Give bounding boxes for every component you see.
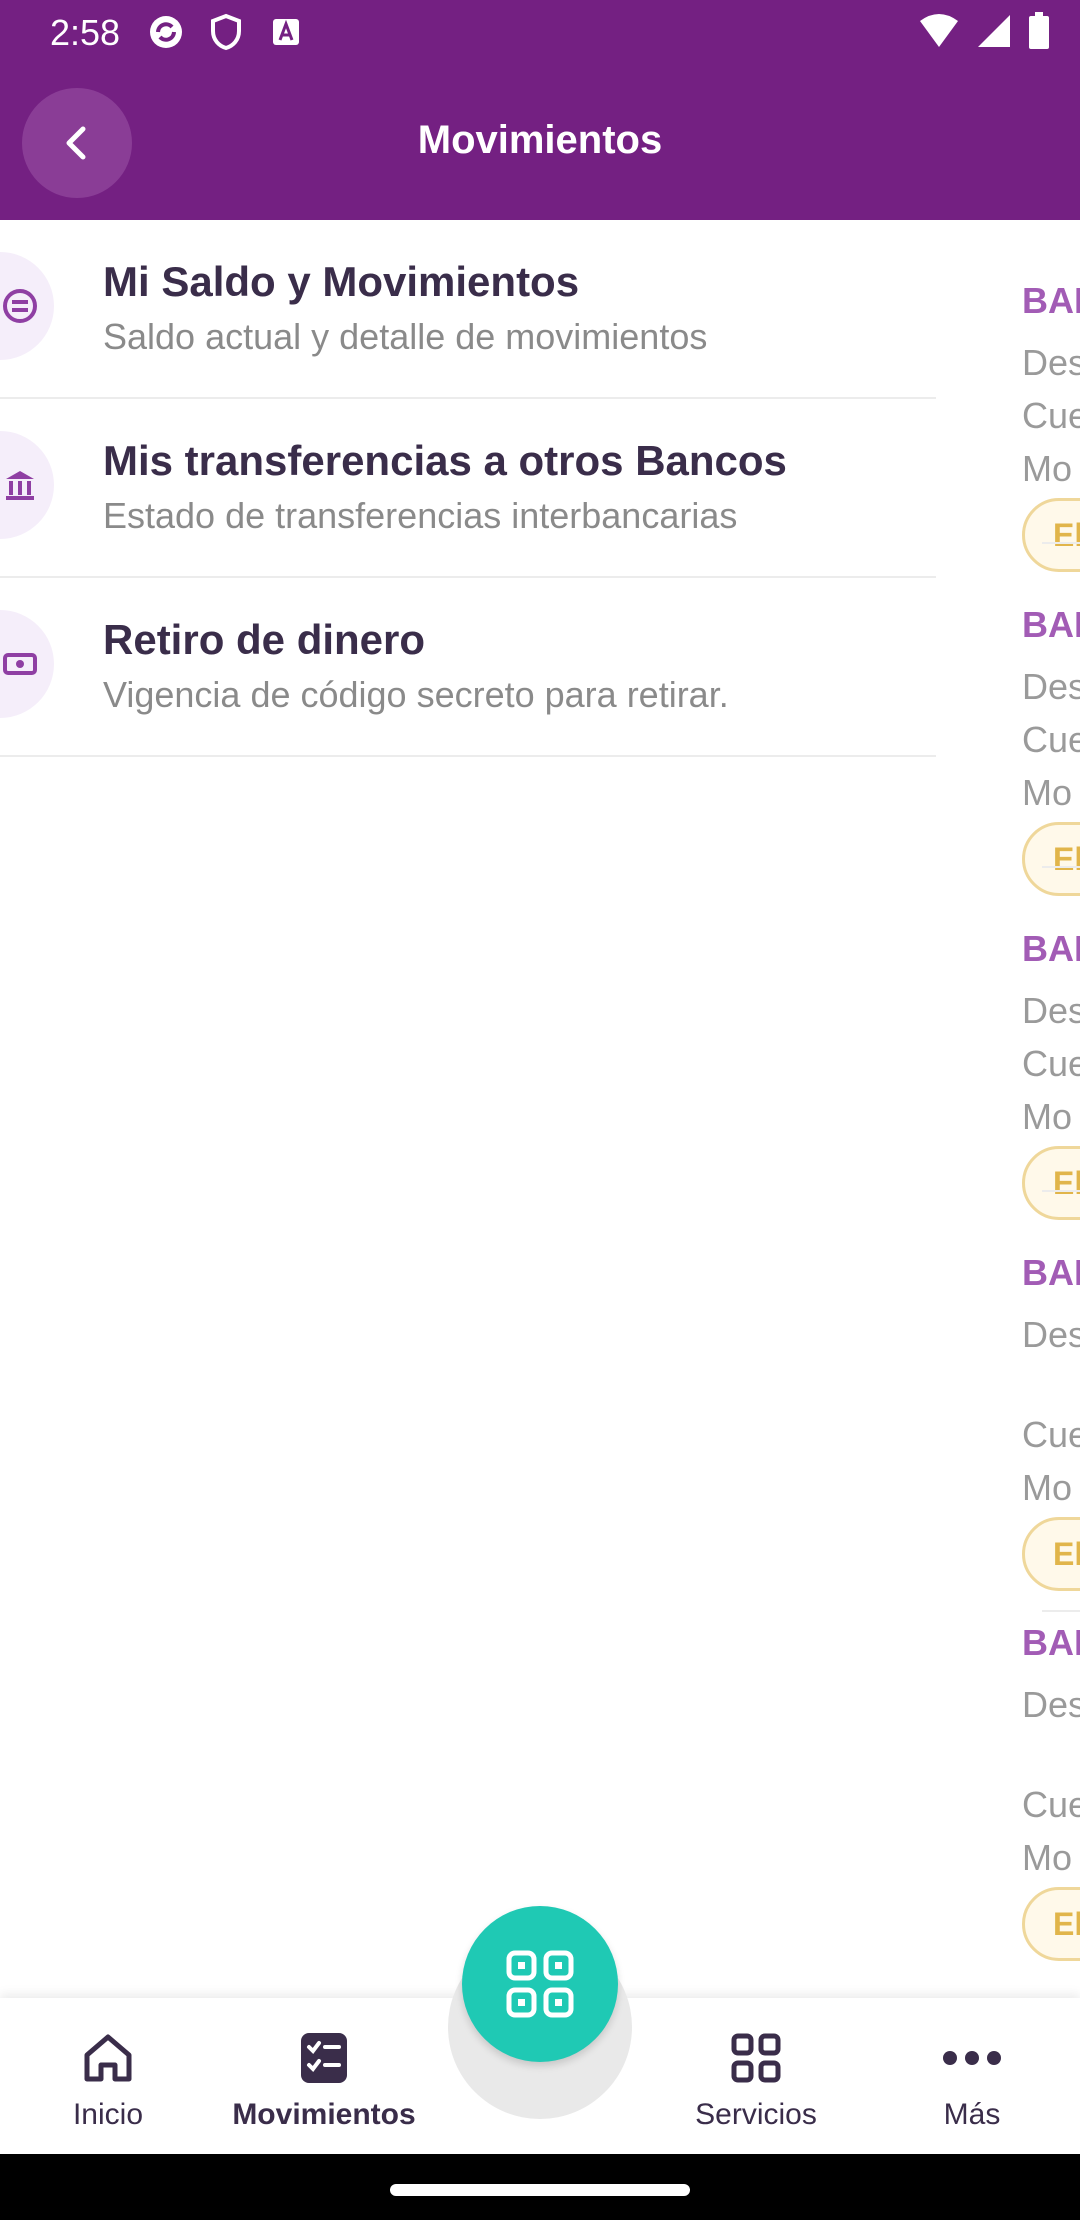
- wifi-icon: [918, 13, 960, 54]
- peek-card[interactable]: BAI Des Cue Mo El: [1022, 928, 1080, 1220]
- menu-item-transferencias[interactable]: Mis transferencias a otros Bancos Estado…: [0, 399, 936, 578]
- more-icon: [872, 2028, 1072, 2088]
- peek-card-head: BAI: [1022, 604, 1080, 645]
- signal-icon: [976, 13, 1012, 54]
- nav-mas[interactable]: Más: [872, 2028, 1072, 2132]
- menu-item-title: Mi Saldo y Movimientos: [103, 258, 580, 305]
- menu-list: Mi Saldo y Movimientos Saldo actual y de…: [0, 220, 936, 757]
- peek-card-line: Cue: [1022, 719, 1080, 760]
- home-icon: [8, 2028, 208, 2088]
- app-bar: Movimientos: [0, 66, 1080, 220]
- peek-card[interactable]: BAI Des Cue Mo El: [1022, 280, 1080, 572]
- peek-card-line: Des: [1022, 666, 1080, 707]
- peek-divider: [1042, 1610, 1080, 1612]
- peek-divider: [1042, 542, 1080, 544]
- status-time: 2:58: [50, 12, 121, 53]
- peek-card-line: Mo: [1022, 1837, 1073, 1878]
- status-bar: 2:58: [0, 0, 1080, 66]
- peek-card[interactable]: BAI Des Cue Mo El: [1022, 604, 1080, 896]
- peek-card-pill[interactable]: El: [1022, 822, 1080, 896]
- peek-card-pill[interactable]: El: [1022, 1517, 1080, 1591]
- peek-card-head: BAI: [1022, 1252, 1080, 1293]
- peek-card-line: Mo: [1022, 772, 1073, 813]
- nav-label: Inicio: [72, 2098, 144, 2131]
- peek-card-pill[interactable]: El: [1022, 1887, 1080, 1961]
- menu-item-subtitle: Saldo actual y detalle de movimientos: [103, 316, 708, 357]
- peek-card-line: Mo: [1022, 1467, 1073, 1508]
- nav-label: Más: [943, 2098, 1001, 2131]
- peek-card-line: Mo: [1022, 1096, 1073, 1137]
- peek-card-line: Cue: [1022, 1043, 1080, 1084]
- nav-label: Movimientos: [232, 2098, 416, 2131]
- peek-card-head: BAI: [1022, 280, 1080, 321]
- peek-divider: [1042, 1190, 1080, 1192]
- peek-divider: [1042, 866, 1080, 868]
- fab-button[interactable]: [462, 1906, 618, 2062]
- page-title: Movimientos: [417, 118, 663, 162]
- peek-card[interactable]: BAI Des Cue Mo El: [1022, 1622, 1080, 1961]
- shield-icon: [206, 12, 246, 52]
- nav-inicio[interactable]: Inicio: [8, 2028, 208, 2132]
- peek-card-line: Des: [1022, 1684, 1080, 1725]
- grid-icon: [656, 2028, 856, 2088]
- menu-item-retiro[interactable]: Retiro de dinero Vigencia de código secr…: [0, 578, 936, 757]
- peek-panel: BAI Des Cue Mo El BAI Des Cue Mo El BAI …: [1022, 220, 1080, 2000]
- menu-item-title: Retiro de dinero: [103, 616, 426, 663]
- bank-icon: [0, 431, 54, 539]
- peek-card-line: Des: [1022, 1314, 1080, 1355]
- home-gesture-handle[interactable]: [390, 2184, 690, 2196]
- peek-card-line: Mo: [1022, 448, 1073, 489]
- peek-card[interactable]: BAI Des Cue Mo El: [1022, 1252, 1080, 1591]
- peek-card-pill[interactable]: El: [1022, 498, 1080, 572]
- sync-icon: [146, 12, 186, 52]
- nav-label: Servicios: [695, 2098, 817, 2131]
- menu-item-saldo[interactable]: Mi Saldo y Movimientos Saldo actual y de…: [0, 220, 936, 399]
- status-icons-left: [146, 12, 306, 52]
- peek-card-head: BAI: [1022, 928, 1080, 969]
- qr-grid-icon: [506, 1950, 574, 2018]
- list-icon: [0, 252, 54, 360]
- menu-item-title: Mis transferencias a otros Bancos: [103, 437, 787, 484]
- battery-icon: [1028, 12, 1050, 55]
- nav-servicios[interactable]: Servicios: [656, 2028, 856, 2132]
- cash-icon: [0, 610, 54, 718]
- a-icon: [266, 12, 306, 52]
- peek-card-line: Cue: [1022, 1414, 1080, 1455]
- checklist-icon: [224, 2028, 424, 2088]
- nav-movimientos[interactable]: Movimientos: [224, 2028, 424, 2132]
- peek-card-head: BAI: [1022, 1622, 1080, 1663]
- peek-card-line: Des: [1022, 342, 1080, 383]
- status-icons-right: [918, 12, 1050, 55]
- peek-card-line: Des: [1022, 990, 1080, 1031]
- menu-item-subtitle: Estado de transferencias interbancarias: [103, 495, 738, 536]
- menu-item-subtitle: Vigencia de código secreto para retirar.: [103, 674, 729, 715]
- peek-card-pill[interactable]: El: [1022, 1146, 1080, 1220]
- peek-card-line: Cue: [1022, 395, 1080, 436]
- peek-card-line: Cue: [1022, 1784, 1080, 1825]
